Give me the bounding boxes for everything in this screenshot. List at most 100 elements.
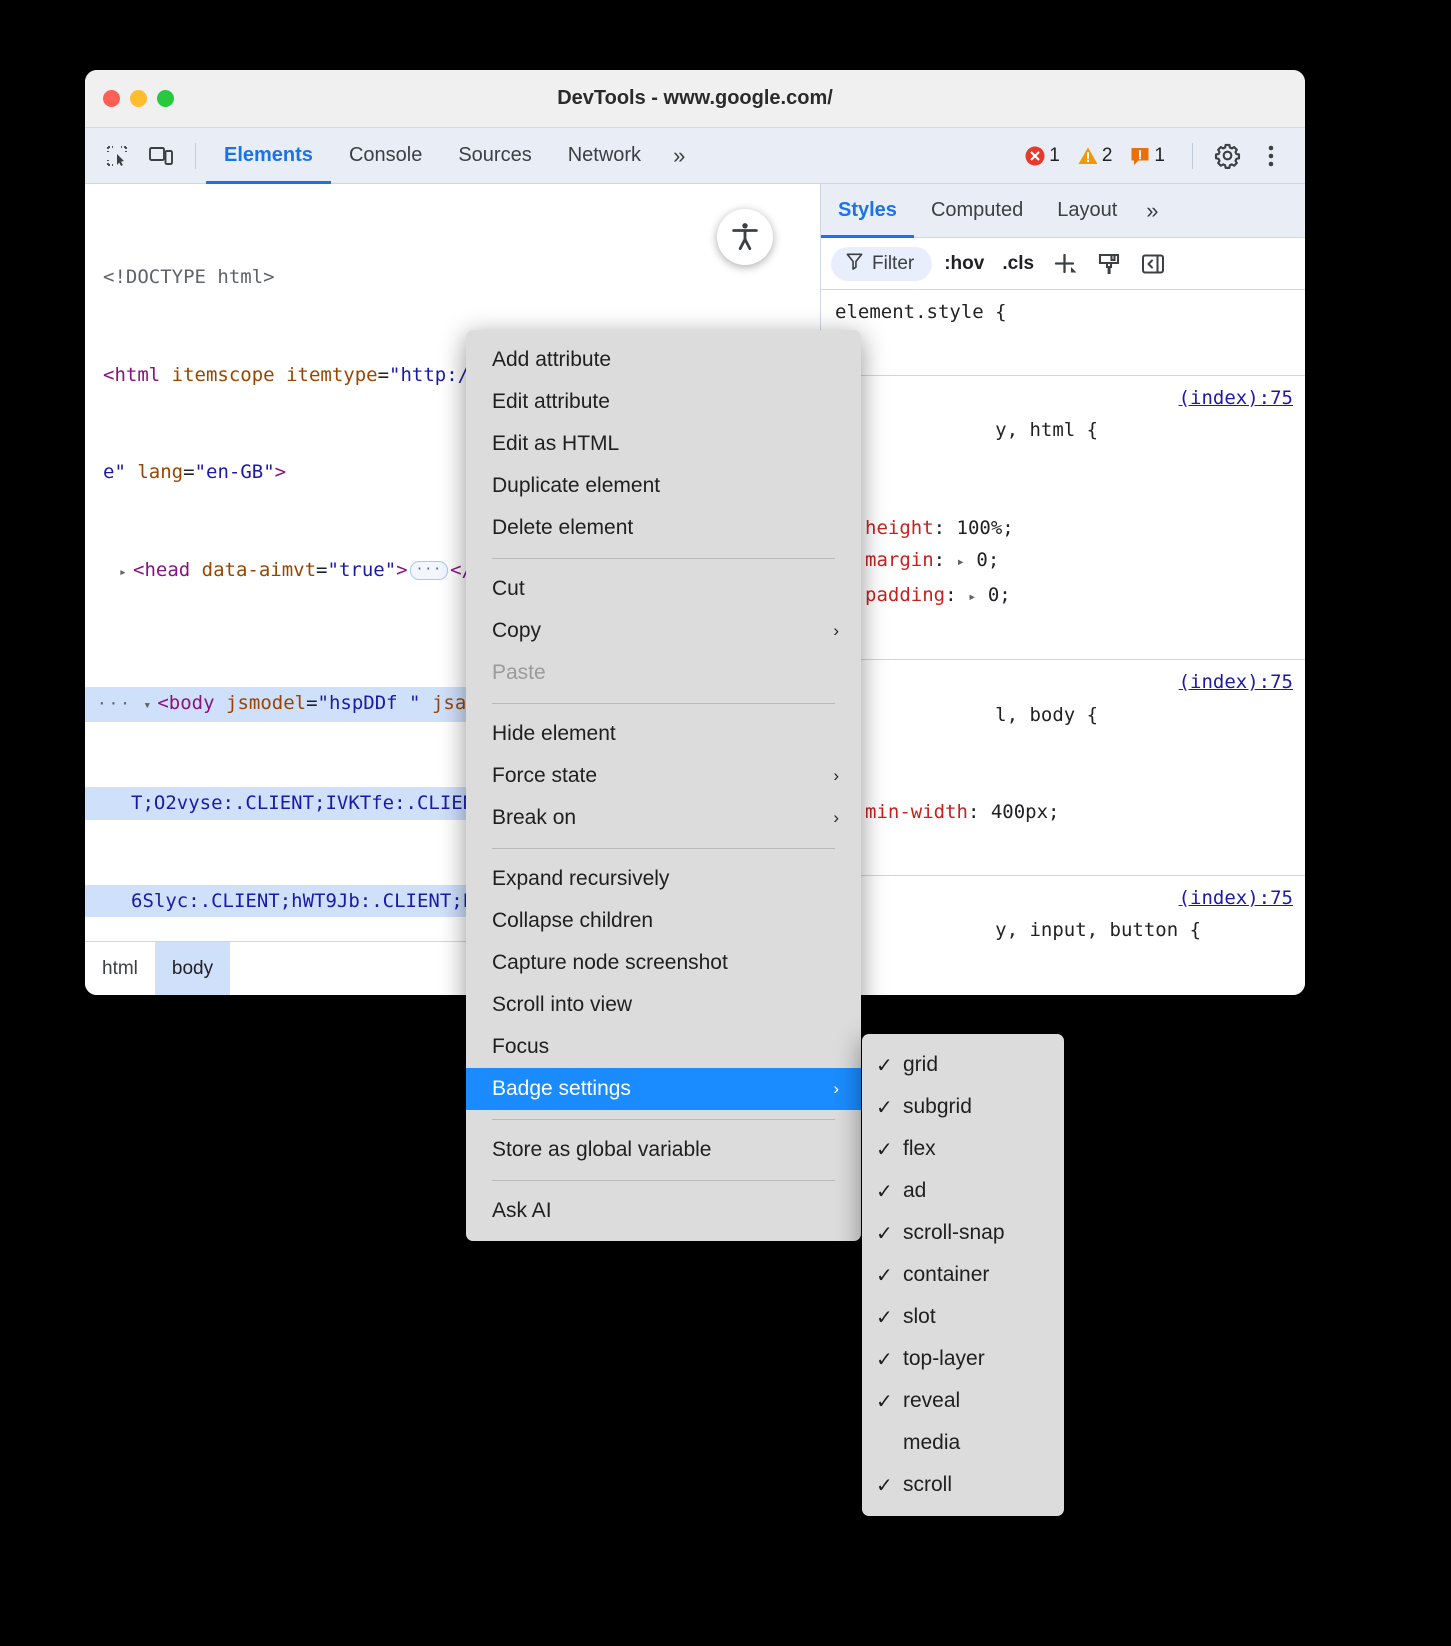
menu-item-badge-settings[interactable]: Badge settings›	[466, 1068, 861, 1110]
css-prop-1-0: min-width	[865, 801, 968, 823]
css-rule-0[interactable]: y, html { (index):75 height: 100%; margi…	[821, 376, 1305, 661]
css-source-link-2[interactable]: (index):75	[1179, 882, 1293, 915]
tab-styles[interactable]: Styles	[821, 184, 914, 237]
maximize-window-button[interactable]	[157, 90, 174, 107]
menu-item-scroll-into-view[interactable]: Scroll into view	[466, 984, 861, 1026]
menu-label-copy: Copy	[492, 619, 541, 643]
element-context-menu[interactable]: Add attribute Edit attribute Edit as HTM…	[466, 330, 861, 1241]
device-toolbar-icon[interactable]	[141, 136, 181, 176]
css-rule-2[interactable]: y, input, button { (index):75 font-size:…	[821, 876, 1305, 996]
window-titlebar: DevTools - www.google.com/	[85, 70, 1305, 128]
css-prop-0-2: padding	[865, 584, 945, 606]
menu-item-collapse-children[interactable]: Collapse children	[466, 900, 861, 942]
badge-label-scroll: scroll	[903, 1473, 952, 1497]
styles-more-tabs-icon[interactable]: »	[1134, 184, 1170, 237]
issue-icon	[1129, 145, 1151, 167]
css-selector-2[interactable]: y, input, button { (index):75	[821, 882, 1305, 996]
kebab-menu-icon[interactable]	[1251, 136, 1291, 176]
badge-option-scroll-snap[interactable]: ✓scroll-snap	[862, 1212, 1064, 1254]
menu-item-capture-node-screenshot[interactable]: Capture node screenshot	[466, 942, 861, 984]
menu-item-focus[interactable]: Focus	[466, 1026, 861, 1068]
tab-elements[interactable]: Elements	[206, 128, 331, 183]
traffic-light-controls	[85, 90, 174, 107]
menu-item-copy[interactable]: Copy›	[466, 610, 861, 652]
menu-item-cut[interactable]: Cut	[466, 568, 861, 610]
css-rule-1[interactable]: l, body { (index):75 min-width: 400px;	[821, 660, 1305, 876]
menu-label-expand-recursively: Expand recursively	[492, 867, 669, 891]
badge-option-grid[interactable]: ✓grid	[862, 1044, 1064, 1086]
css-declaration-0-2[interactable]: padding: ▸ 0;	[821, 579, 1305, 614]
menu-item-force-state[interactable]: Force state›	[466, 755, 861, 797]
chevron-right-icon: ›	[833, 808, 839, 828]
menu-item-duplicate-element[interactable]: Duplicate element	[466, 465, 861, 507]
issue-count-group[interactable]: 1	[1129, 145, 1174, 167]
error-count-group[interactable]: 1	[1024, 145, 1069, 167]
menu-item-edit-attribute[interactable]: Edit attribute	[466, 381, 861, 423]
menu-label-delete-element: Delete element	[492, 516, 633, 540]
plus-icon[interactable]	[1046, 247, 1084, 281]
css-selector-0[interactable]: y, html { (index):75	[821, 382, 1305, 512]
css-declaration-0-0[interactable]: height: 100%;	[821, 512, 1305, 545]
cls-toggle-button[interactable]: .cls	[996, 253, 1040, 275]
check-icon: ✓	[876, 1053, 903, 1078]
css-declaration-1-0[interactable]: min-width: 400px;	[821, 796, 1305, 829]
css-prop-0-1: margin	[865, 549, 934, 571]
css-selector-text-2: y, input, button {	[995, 919, 1201, 941]
element-style-selector[interactable]: element.style {	[821, 296, 1305, 329]
toolbar-right-group: 1 2	[1024, 128, 1305, 183]
menu-item-add-attribute[interactable]: Add attribute	[466, 339, 861, 381]
minimize-window-button[interactable]	[130, 90, 147, 107]
paintbrush-icon[interactable]	[1090, 247, 1128, 281]
hov-toggle-button[interactable]: :hov	[938, 253, 990, 275]
badge-option-flex[interactable]: ✓flex	[862, 1128, 1064, 1170]
devtools-toolbar: Elements Console Sources Network »	[85, 128, 1305, 184]
badge-option-ad[interactable]: ✓ad	[862, 1170, 1064, 1212]
toggle-sidebar-icon[interactable]	[1134, 247, 1172, 281]
badge-settings-submenu[interactable]: ✓grid ✓subgrid ✓flex ✓ad ✓scroll-snap ✓c…	[862, 1034, 1064, 1516]
badge-option-media[interactable]: media	[862, 1422, 1064, 1464]
tab-sources[interactable]: Sources	[440, 128, 549, 183]
tab-network[interactable]: Network	[550, 128, 659, 183]
inspect-element-icon[interactable]	[97, 136, 137, 176]
menu-label-scroll-into-view: Scroll into view	[492, 993, 632, 1017]
more-tabs-icon[interactable]: »	[659, 128, 699, 183]
menu-item-delete-element[interactable]: Delete element	[466, 507, 861, 549]
tab-styles-label: Styles	[838, 199, 897, 222]
badge-option-scroll[interactable]: ✓scroll	[862, 1464, 1064, 1506]
styles-filter-input[interactable]: Filter	[831, 247, 932, 281]
menu-separator-5	[492, 1180, 835, 1181]
tab-computed[interactable]: Computed	[914, 184, 1040, 237]
menu-label-focus: Focus	[492, 1035, 549, 1059]
badge-option-container[interactable]: ✓container	[862, 1254, 1064, 1296]
css-source-link-1[interactable]: (index):75	[1179, 666, 1293, 699]
breadcrumb-item-body[interactable]: body	[155, 942, 230, 995]
tab-layout[interactable]: Layout	[1040, 184, 1134, 237]
menu-item-hide-element[interactable]: Hide element	[466, 713, 861, 755]
tab-sources-label: Sources	[458, 144, 531, 167]
css-declaration-0-1[interactable]: margin: ▸ 0;	[821, 544, 1305, 579]
css-rules-list[interactable]: element.style { y, html { (index):75 hei…	[821, 290, 1305, 995]
dom-line-doctype[interactable]: <!DOCTYPE html>	[85, 261, 820, 294]
menu-item-edit-as-html[interactable]: Edit as HTML	[466, 423, 861, 465]
css-rule-element-style[interactable]: element.style {	[821, 290, 1305, 376]
badge-label-media: media	[903, 1431, 960, 1455]
menu-item-expand-recursively[interactable]: Expand recursively	[466, 858, 861, 900]
accessibility-icon[interactable]	[717, 209, 773, 265]
menu-item-ask-ai[interactable]: Ask AI	[466, 1190, 861, 1232]
warning-count-group[interactable]: 2	[1077, 145, 1122, 167]
badge-option-top-layer[interactable]: ✓top-layer	[862, 1338, 1064, 1380]
css-selector-1[interactable]: l, body { (index):75	[821, 666, 1305, 796]
breadcrumb-item-html[interactable]: html	[85, 942, 155, 995]
tab-console[interactable]: Console	[331, 128, 440, 183]
tab-computed-label: Computed	[931, 199, 1023, 222]
check-icon: ✓	[876, 1389, 903, 1414]
menu-item-store-as-global-variable[interactable]: Store as global variable	[466, 1129, 861, 1171]
gear-icon[interactable]	[1207, 136, 1247, 176]
badge-option-subgrid[interactable]: ✓subgrid	[862, 1086, 1064, 1128]
menu-item-break-on[interactable]: Break on›	[466, 797, 861, 839]
badge-option-slot[interactable]: ✓slot	[862, 1296, 1064, 1338]
css-source-link-0[interactable]: (index):75	[1179, 382, 1293, 415]
styles-panel[interactable]: Styles Computed Layout »	[820, 184, 1305, 995]
close-window-button[interactable]	[103, 90, 120, 107]
badge-option-reveal[interactable]: ✓reveal	[862, 1380, 1064, 1422]
